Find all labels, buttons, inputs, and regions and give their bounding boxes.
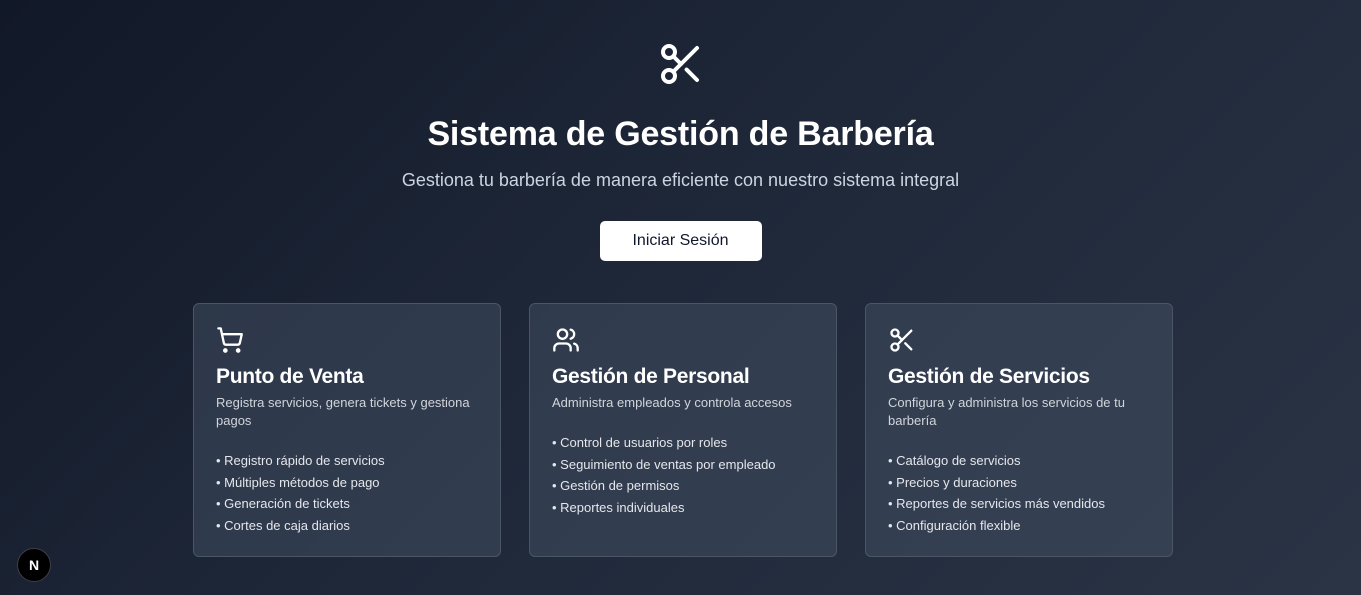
- feature-item: • Cortes de caja diarios: [216, 517, 350, 533]
- card-title: Punto de Venta: [216, 365, 364, 388]
- card-title: Gestión de Personal: [552, 365, 750, 388]
- feature-list: • Catálogo de servicios • Precios y dura…: [888, 450, 1150, 536]
- feature-item: • Precios y duraciones: [888, 474, 1017, 490]
- feature-item: • Catálogo de servicios: [888, 453, 1021, 468]
- feature-cards: Punto de Venta Registra servicios, gener…: [193, 303, 1173, 557]
- card-title: Gestión de Servicios: [888, 365, 1090, 388]
- page-subtitle: Gestiona tu barbería de manera eficiente…: [401, 170, 960, 190]
- card-description: Registra servicios, genera tickets y ges…: [216, 395, 470, 428]
- feature-item: • Configuración flexible: [888, 517, 1021, 533]
- card-description: Configura y administra los servicios de …: [888, 395, 1125, 428]
- feature-item: • Registro rápido de servicios: [216, 453, 385, 468]
- feature-card-gestion-de-personal: Gestión de Personal Administra empleados…: [529, 303, 837, 557]
- dev-badge-letter: N: [28, 557, 40, 573]
- scissors-icon: [657, 40, 705, 88]
- feature-item: • Gestión de permisos: [552, 478, 680, 493]
- feature-card-punto-de-venta: Punto de Venta Registra servicios, gener…: [193, 303, 501, 557]
- feature-item: • Seguimiento de ventas por empleado: [552, 456, 776, 472]
- hero-section: Sistema de Gestión de Barbería Gestiona …: [0, 0, 1361, 261]
- feature-item: • Reportes de servicios más vendidos: [888, 496, 1105, 511]
- feature-item: • Generación de tickets: [216, 496, 350, 511]
- feature-item: • Múltiples métodos de pago: [216, 474, 380, 490]
- feature-item: • Control de usuarios por roles: [552, 435, 728, 450]
- shopping-cart-icon: [216, 326, 244, 354]
- page-title: Sistema de Gestión de Barbería: [427, 115, 934, 153]
- login-button[interactable]: Iniciar Sesión: [599, 221, 762, 261]
- users-icon: [552, 326, 580, 354]
- card-description: Administra empleados y controla accesos: [552, 395, 792, 410]
- feature-list: • Control de usuarios por roles • Seguim…: [552, 432, 814, 518]
- feature-list: • Registro rápido de servicios • Múltipl…: [216, 450, 478, 536]
- feature-card-gestion-de-servicios: Gestión de Servicios Configura y adminis…: [865, 303, 1173, 557]
- scissors-icon: [888, 326, 916, 354]
- nextjs-logo-icon[interactable]: N: [17, 548, 51, 582]
- feature-item: • Reportes individuales: [552, 499, 685, 515]
